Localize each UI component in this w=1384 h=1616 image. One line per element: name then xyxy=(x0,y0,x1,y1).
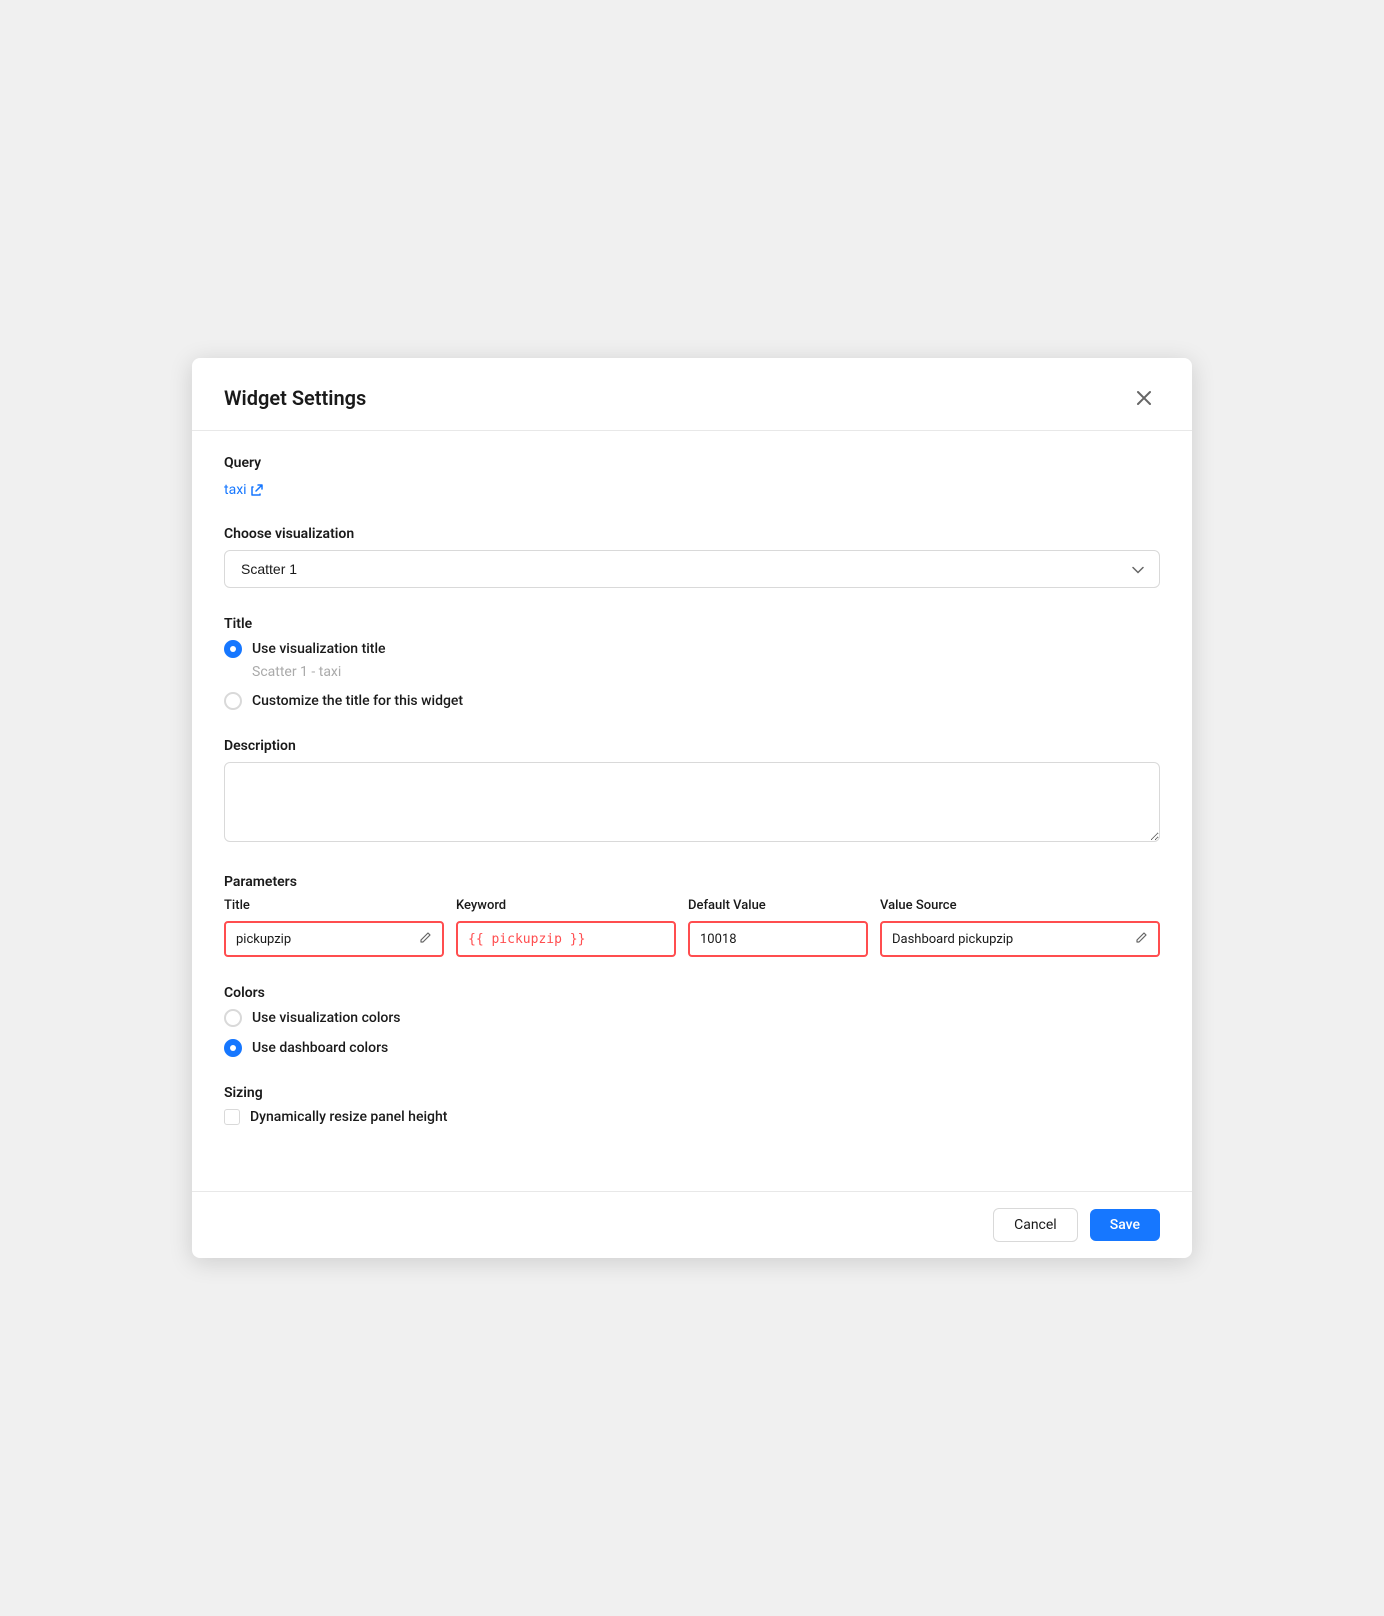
close-button[interactable] xyxy=(1128,382,1160,414)
param-title-cell[interactable]: pickupzip xyxy=(224,921,444,957)
col-header-value-source: Value Source xyxy=(880,898,1160,913)
use-dashboard-colors-radio-input xyxy=(224,1039,242,1057)
param-default-value: 10018 xyxy=(700,932,737,947)
visualization-section: Choose visualization Scatter 1 Scatter 2… xyxy=(224,526,1160,588)
dynamic-resize-checkbox-box xyxy=(224,1109,240,1125)
viz-title-placeholder: Scatter 1 - taxi xyxy=(252,664,1160,680)
param-value-source: Dashboard pickupzip xyxy=(892,932,1013,947)
cancel-button[interactable]: Cancel xyxy=(993,1208,1078,1242)
use-viz-title-radio-label: Use visualization title xyxy=(252,641,386,657)
col-header-default-value: Default Value xyxy=(688,898,868,913)
modal-header: Widget Settings xyxy=(192,358,1192,431)
visualization-select-wrapper: Scatter 1 Scatter 2 Bar 1 Line 1 xyxy=(224,550,1160,588)
use-viz-colors-radio[interactable]: Use visualization colors xyxy=(224,1009,1160,1027)
use-dashboard-colors-radio[interactable]: Use dashboard colors xyxy=(224,1039,1160,1057)
modal-title: Widget Settings xyxy=(224,386,366,410)
query-link-text: taxi xyxy=(224,482,247,498)
param-default-value-cell[interactable]: 10018 xyxy=(688,921,868,957)
edit-value-source-icon[interactable] xyxy=(1135,931,1148,947)
colors-label: Colors xyxy=(224,985,1160,1001)
customize-title-radio-input xyxy=(224,692,242,710)
table-row: pickupzip {{ pickupzip }} 10018 xyxy=(224,921,1160,957)
dynamic-resize-label: Dynamically resize panel height xyxy=(250,1109,447,1125)
description-label: Description xyxy=(224,738,1160,754)
dynamic-resize-checkbox[interactable]: Dynamically resize panel height xyxy=(224,1109,1160,1125)
param-value-source-cell[interactable]: Dashboard pickupzip xyxy=(880,921,1160,957)
sizing-label: Sizing xyxy=(224,1085,1160,1101)
use-viz-colors-radio-input xyxy=(224,1009,242,1027)
save-button[interactable]: Save xyxy=(1090,1209,1160,1241)
title-label: Title xyxy=(224,616,1160,632)
use-viz-colors-label: Use visualization colors xyxy=(252,1010,400,1026)
description-textarea[interactable] xyxy=(224,762,1160,842)
param-title-value: pickupzip xyxy=(236,932,291,947)
colors-radio-group: Use visualization colors Use dashboard c… xyxy=(224,1009,1160,1057)
use-viz-title-radio[interactable]: Use visualization title xyxy=(224,640,1160,658)
query-section: Query taxi xyxy=(224,455,1160,498)
parameters-section: Parameters Title Keyword Default Value V… xyxy=(224,874,1160,957)
title-section: Title Use visualization title Scatter 1 … xyxy=(224,616,1160,710)
external-link-icon xyxy=(251,484,263,496)
parameters-table: Title Keyword Default Value Value Source… xyxy=(224,898,1160,957)
query-link[interactable]: taxi xyxy=(224,482,263,498)
colors-section: Colors Use visualization colors Use dash… xyxy=(224,985,1160,1057)
modal-footer: Cancel Save xyxy=(192,1191,1192,1258)
title-radio-group: Use visualization title Scatter 1 - taxi… xyxy=(224,640,1160,710)
visualization-select[interactable]: Scatter 1 Scatter 2 Bar 1 Line 1 xyxy=(224,550,1160,588)
use-viz-title-radio-input xyxy=(224,640,242,658)
parameters-header-row: Title Keyword Default Value Value Source xyxy=(224,898,1160,913)
use-dashboard-colors-label: Use dashboard colors xyxy=(252,1040,388,1056)
parameters-label: Parameters xyxy=(224,874,1160,890)
customize-title-radio[interactable]: Customize the title for this widget xyxy=(224,692,1160,710)
close-icon xyxy=(1136,390,1152,406)
param-keyword-cell[interactable]: {{ pickupzip }} xyxy=(456,921,676,957)
description-section: Description xyxy=(224,738,1160,846)
edit-title-icon[interactable] xyxy=(419,931,432,947)
query-label: Query xyxy=(224,455,1160,471)
customize-title-radio-label: Customize the title for this widget xyxy=(252,693,463,709)
col-header-title: Title xyxy=(224,898,444,913)
col-header-keyword: Keyword xyxy=(456,898,676,913)
sizing-section: Sizing Dynamically resize panel height xyxy=(224,1085,1160,1125)
visualization-label: Choose visualization xyxy=(224,526,1160,542)
modal-body: Query taxi Choose visualization Scatter … xyxy=(192,431,1192,1191)
widget-settings-modal: Widget Settings Query taxi Choose visual… xyxy=(192,358,1192,1258)
param-keyword-value: {{ pickupzip }} xyxy=(468,932,585,947)
